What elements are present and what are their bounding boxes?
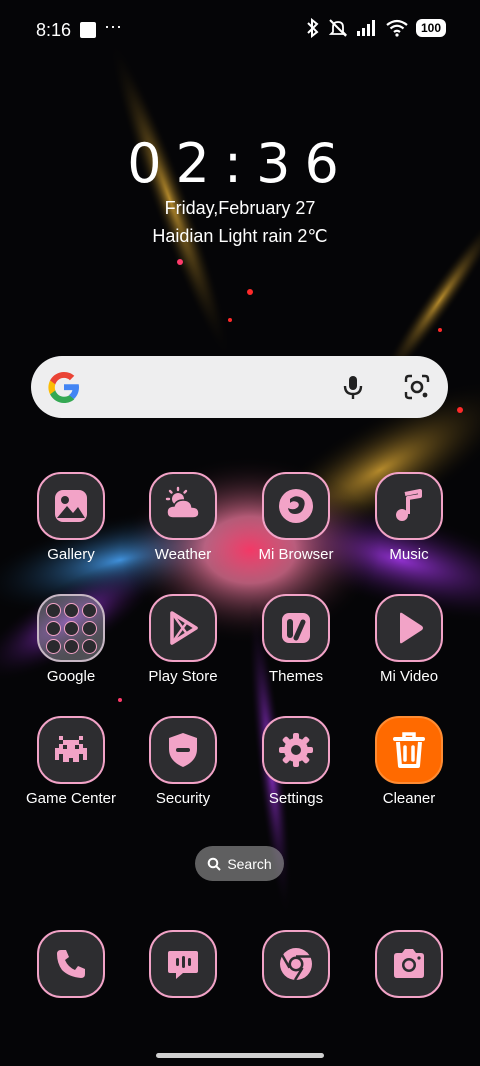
folder-icon [37, 594, 105, 662]
signal-icon [356, 20, 375, 36]
weather-icon [149, 472, 217, 540]
app-label: Themes [268, 668, 324, 685]
game-icon [37, 716, 105, 784]
gear-icon [262, 716, 330, 784]
message-icon [149, 930, 217, 998]
play-icon [375, 594, 443, 662]
app-label: Play Store [148, 668, 218, 685]
mute-icon [328, 19, 348, 37]
wifi-icon [386, 19, 408, 37]
more-notifications-icon: ⋯ [104, 17, 123, 37]
photos-icon [63, 638, 79, 654]
gmail-icon [63, 602, 79, 618]
trash-icon [375, 716, 443, 784]
app-label: Gallery [47, 546, 95, 563]
google-g-icon [48, 372, 79, 403]
app-mi-video[interactable]: Mi Video [354, 594, 464, 685]
google-search-bar[interactable] [31, 356, 448, 418]
notification-icon [80, 22, 96, 38]
search-icon [208, 857, 222, 871]
weather-text[interactable]: Haidian Light rain 2℃ [0, 226, 480, 247]
app-play-store[interactable]: Play Store [128, 594, 238, 685]
date-text: Friday,February 27 [164, 198, 316, 218]
files-icon [45, 638, 61, 654]
gesture-bar[interactable] [156, 1053, 324, 1058]
clock-widget[interactable]: 02:36 [0, 132, 480, 195]
app-music[interactable]: Music [354, 472, 464, 563]
app-label: Security [155, 790, 211, 807]
app-mi-browser[interactable]: Mi Browser [241, 472, 351, 563]
lens-icon[interactable] [403, 373, 431, 401]
phone-icon [37, 930, 105, 998]
app-game-center[interactable]: Game Center [16, 716, 126, 807]
dock-chrome[interactable] [241, 930, 351, 998]
status-bar: 8:16 ⋯ 100 [0, 0, 480, 60]
app-label: Weather [154, 546, 212, 563]
app-search-label: Search [227, 855, 272, 872]
dock-phone[interactable] [16, 930, 126, 998]
app-label: Mi Browser [258, 546, 334, 563]
camera-icon [375, 930, 443, 998]
dock-camera[interactable] [354, 930, 464, 998]
app-search-button[interactable]: Search [195, 846, 284, 881]
gmail-icon [45, 602, 61, 618]
battery-indicator: 100 [415, 19, 446, 37]
app-label: Music [389, 546, 429, 563]
app-settings[interactable]: Settings [241, 716, 351, 807]
status-time: 8:16 [36, 20, 72, 40]
app-security[interactable]: Security [128, 716, 238, 807]
app-label: Cleaner [382, 790, 436, 807]
shield-icon [149, 716, 217, 784]
duo-icon [81, 620, 97, 636]
browser-icon [262, 472, 330, 540]
play-store-icon [149, 594, 217, 662]
mic-icon[interactable] [339, 373, 367, 401]
contacts-icon [81, 638, 97, 654]
app-themes[interactable]: Themes [241, 594, 351, 685]
app-label: Google [46, 668, 96, 685]
app-label: Game Center [25, 790, 117, 807]
drive-icon [63, 620, 79, 636]
app-gallery[interactable]: Gallery [16, 472, 126, 563]
app-cleaner[interactable]: Cleaner [354, 716, 464, 807]
chrome-icon [262, 930, 330, 998]
app-weather[interactable]: Weather [128, 472, 238, 563]
folder-google[interactable]: Google [16, 594, 126, 685]
app-label: Settings [268, 790, 324, 807]
gallery-icon [37, 472, 105, 540]
themes-icon [262, 594, 330, 662]
bluetooth-icon [307, 18, 319, 38]
maps-icon [81, 602, 97, 618]
youtube-icon [45, 620, 61, 636]
music-icon [375, 472, 443, 540]
dock-messages[interactable] [128, 930, 238, 998]
app-label: Mi Video [379, 668, 439, 685]
